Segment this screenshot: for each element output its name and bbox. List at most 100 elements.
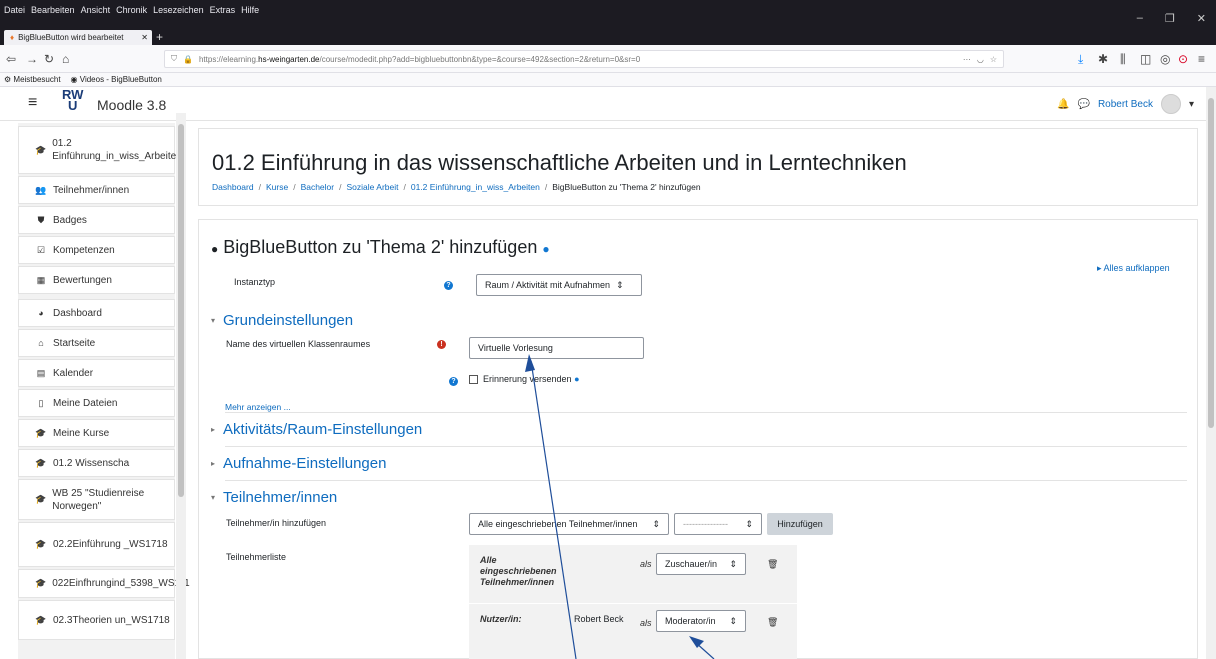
expand-all-link[interactable]: ▸ Alles aufklappen — [1097, 263, 1170, 274]
browser-tab[interactable]: ♦ BigBlueButton wird bearbeitet ✕ — [4, 30, 152, 45]
sidebar-item-label: WB 25 "Studienreise Norwegen" — [52, 487, 145, 512]
as-label: als — [640, 618, 652, 628]
account-icon[interactable]: ◎ — [1160, 52, 1170, 66]
bookmark-star-icon[interactable]: ☆ — [990, 55, 997, 64]
sidebar-item[interactable]: 🎓 02.2Einführung _WS1718 — [18, 522, 175, 567]
close-icon[interactable]: ✕ — [1197, 12, 1206, 25]
graduation-cap-icon: 🎓 — [35, 578, 47, 588]
menu-bearbeiten[interactable]: Bearbeiten — [31, 5, 75, 15]
section-aufnahme-einstellungen[interactable]: ▸ Aufnahme-Einstellungen — [211, 455, 386, 472]
name-input[interactable]: Virtuelle Vorlesung — [469, 337, 644, 359]
menu-hilfe[interactable]: Hilfe — [241, 5, 259, 15]
user-menu[interactable]: 🔔 💬 Robert Beck ▾ — [1057, 94, 1194, 114]
drawer-scrollbar-thumb[interactable] — [178, 124, 184, 497]
extensions-icon[interactable]: ✱ — [1098, 52, 1108, 66]
back-icon[interactable]: ⇦ — [6, 52, 16, 66]
help-icon[interactable]: ⊙ — [1178, 52, 1188, 66]
sidebar-item[interactable]: ⛊ Badges — [18, 206, 175, 234]
breadcrumb-kurse[interactable]: Kurse — [266, 182, 288, 192]
tab-title: BigBlueButton wird bearbeitet — [18, 33, 124, 42]
site-brand[interactable]: Moodle 3.8 — [97, 97, 166, 113]
forward-icon[interactable]: → — [26, 52, 38, 66]
download-icon[interactable]: ⤓ — [1078, 52, 1083, 67]
trash-icon[interactable]: 🗑 — [767, 559, 778, 570]
role-select[interactable]: Zuschauer/in ⇕ — [656, 553, 746, 575]
trash-icon[interactable]: 🗑 — [767, 617, 778, 628]
sidebar-item[interactable]: ⌂ Startseite — [18, 329, 175, 357]
hamburger-menu-icon[interactable]: ≡ — [28, 94, 37, 112]
library-icon[interactable]: ⫼ — [1120, 52, 1126, 67]
users-icon: 👥 — [35, 184, 47, 195]
sidebar-item[interactable]: ◕ Dashboard — [18, 299, 175, 327]
rwu-logo[interactable]: RW U — [62, 88, 83, 112]
graduation-cap-icon: 🎓 — [35, 427, 47, 438]
sidebar-item[interactable]: 🎓 02.3Theorien un_WS1718 — [18, 600, 175, 640]
tab-close-icon[interactable]: ✕ — [141, 33, 148, 42]
chevron-down-icon[interactable]: ▾ — [1189, 99, 1194, 110]
sidebar-item-label: Badges — [53, 214, 87, 226]
sidebar-item[interactable]: ▯ Meine Dateien — [18, 389, 175, 417]
home-icon: ⌂ — [38, 338, 44, 348]
sidebar-item-label: 022Einfhrungind_5398_WS111 — [52, 578, 190, 589]
help-icon[interactable]: ? — [444, 281, 453, 290]
menu-chronik[interactable]: Chronik — [116, 5, 147, 15]
bookmark-meistbesucht[interactable]: ⚙ Meistbesucht — [4, 75, 61, 84]
reload-icon[interactable]: ↻ — [44, 52, 54, 66]
bookmark-videos[interactable]: ◉ Videos - BigBlueButton — [71, 75, 162, 84]
role-select[interactable]: Moderator/in ⇕ — [656, 610, 746, 632]
show-more-link[interactable]: Mehr anzeigen ... — [225, 402, 291, 412]
section-grundeinstellungen[interactable]: ▾ Grundeinstellungen — [211, 312, 353, 329]
breadcrumb-course[interactable]: 01.2 Einführung_in_wiss_Arbeiten — [411, 182, 540, 192]
reminder-checkbox[interactable] — [469, 375, 478, 384]
home-icon[interactable]: ⌂ — [62, 52, 69, 66]
participant-select[interactable]: --------------- ⇕ — [674, 513, 762, 535]
user-name[interactable]: Robert Beck — [1098, 99, 1153, 110]
browser-menu-bar: Datei Bearbeiten Ansicht Chronik Lesezei… — [4, 5, 259, 15]
menu-lesezeichen[interactable]: Lesezeichen — [153, 5, 204, 15]
sidebar-item-label: Meine Dateien — [53, 397, 118, 409]
graduation-cap-icon: 🎓 — [35, 539, 47, 549]
sidebar-item[interactable]: ▤ Kalender — [18, 359, 175, 387]
shield-icon: ⛉ — [171, 54, 177, 63]
participant-type-select[interactable]: Alle eingeschriebenen Teilnehmer/innen ⇕ — [469, 513, 669, 535]
new-tab-icon[interactable]: + — [156, 30, 163, 44]
help-icon[interactable]: ● — [542, 242, 549, 256]
sidebar-item[interactable]: 🎓 01.2 Einführung_in_wiss_Arbeiten — [18, 126, 182, 174]
url-bar[interactable]: ⛉ 🔒 https://elearning.hs-weingarten.de/c… — [164, 50, 1004, 68]
messages-icon[interactable]: 💬 — [1077, 99, 1089, 110]
section-teilnehmer[interactable]: ▾ Teilnehmer/innen — [211, 489, 337, 506]
menu-icon[interactable]: ≡ — [1198, 52, 1205, 66]
menu-datei[interactable]: Datei — [4, 5, 25, 15]
pocket-icon[interactable]: ◡ — [977, 55, 984, 64]
file-icon: ▯ — [38, 397, 44, 408]
breadcrumb-dashboard[interactable]: Dashboard — [212, 182, 254, 192]
required-icon: ! — [437, 340, 446, 349]
sidebar-item[interactable]: 🎓 022Einfhrungind_5398_WS111 — [18, 569, 190, 598]
sidebar-item[interactable]: 🎓 Meine Kurse — [18, 419, 175, 447]
sidebar-item[interactable]: ▦ Bewertungen — [18, 266, 175, 294]
name-label: Name des virtuellen Klassenraumes — [226, 339, 371, 349]
page-actions-icon[interactable]: ⋯ — [963, 55, 971, 64]
sidebar-item[interactable]: 👥 Teilnehmer/innen — [18, 176, 175, 204]
sidebar-item[interactable]: 🎓 01.2 Wissenscha — [18, 449, 175, 477]
add-participant-label: Teilnehmer/in hinzufügen — [226, 518, 327, 528]
menu-extras[interactable]: Extras — [210, 5, 236, 15]
form-title: ● BigBlueButton zu 'Thema 2' hinzufügen … — [211, 237, 550, 257]
sidebar-toggle-icon[interactable]: ◫ — [1140, 52, 1151, 66]
url-text: https://elearning.hs-weingarten.de/cours… — [198, 54, 641, 64]
instanztyp-select[interactable]: Raum / Aktivität mit Aufnahmen ⇕ — [476, 274, 642, 296]
breadcrumb-soziale-arbeit[interactable]: Soziale Arbeit — [347, 182, 399, 192]
breadcrumb-bachelor[interactable]: Bachelor — [301, 182, 335, 192]
sidebar-item-label: Meine Kurse — [53, 427, 110, 439]
menu-ansicht[interactable]: Ansicht — [81, 5, 111, 15]
add-button[interactable]: Hinzufügen — [767, 513, 833, 535]
maximize-icon[interactable]: ❐ — [1165, 12, 1175, 25]
sidebar-item[interactable]: 🎓 WB 25 "Studienreise Norwegen" — [18, 479, 175, 520]
sidebar-item[interactable]: ☑ Kompetenzen — [18, 236, 175, 264]
section-aktivitaets-einstellungen[interactable]: ▸ Aktivitäts/Raum-Einstellungen — [211, 421, 422, 438]
help-icon[interactable]: ? — [449, 377, 458, 386]
avatar[interactable] — [1160, 94, 1181, 114]
notification-bell-icon[interactable]: 🔔 — [1057, 99, 1069, 110]
page-scrollbar-thumb[interactable] — [1208, 98, 1214, 428]
minimize-icon[interactable]: – — [1137, 12, 1143, 25]
